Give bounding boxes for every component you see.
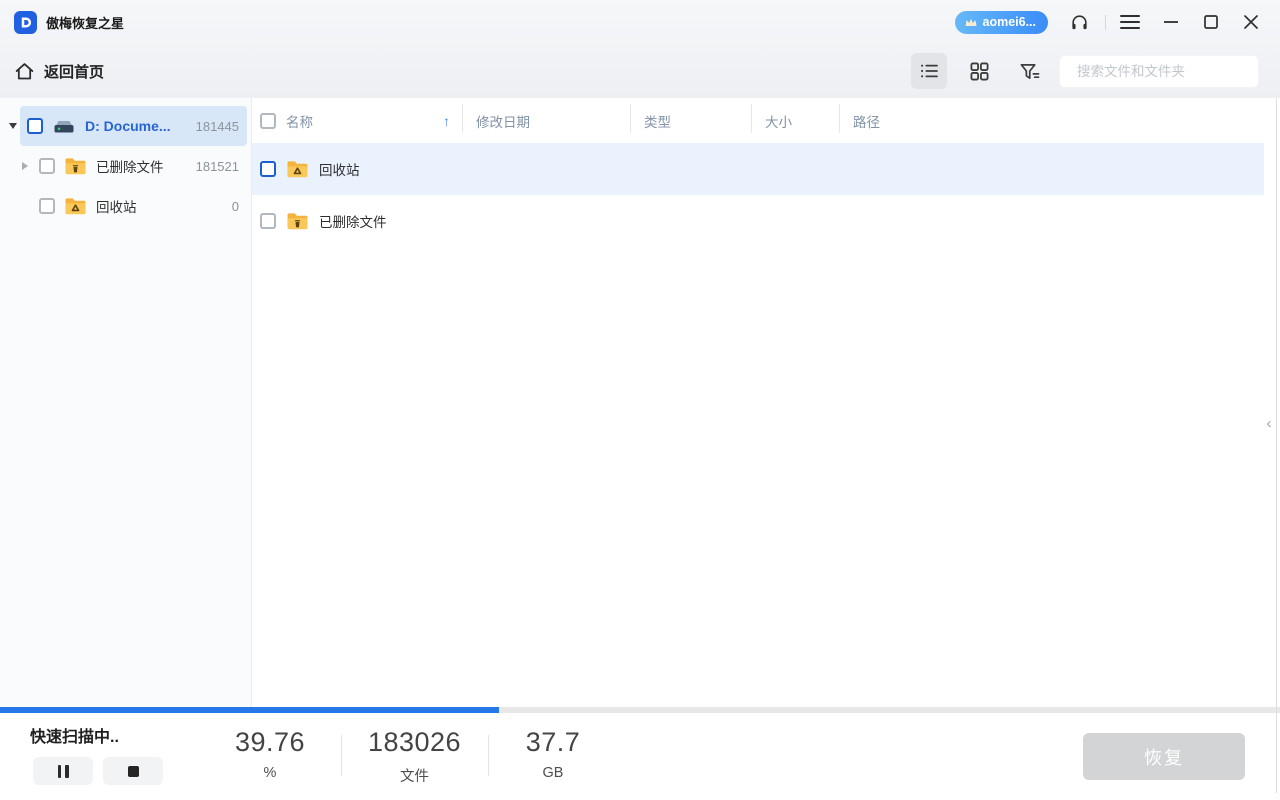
collapse-panel-chevron-icon[interactable]: ‹ (1262, 412, 1276, 434)
row-checkbox[interactable] (260, 161, 276, 177)
scan-status-label: 快速扫描中.. (30, 729, 119, 746)
table-header: 名称 ↑ 修改日期 类型 大小 路径 (252, 98, 1264, 143)
stat-files-value: 183026 (367, 727, 462, 757)
toolbar-right (897, 53, 1259, 89)
sidebar-item-count: 181445 (195, 118, 239, 134)
filter-button[interactable] (1011, 53, 1047, 89)
column-label: 修改日期 (476, 114, 530, 130)
column-label: 大小 (765, 114, 792, 130)
pause-scan-button[interactable] (33, 757, 93, 785)
column-label: 名称 (286, 114, 313, 130)
back-home-button[interactable]: 返回首页 (14, 61, 104, 82)
stop-scan-button[interactable] (103, 757, 163, 785)
pause-icon (57, 764, 61, 778)
hard-drive-icon (54, 120, 74, 132)
account-badge[interactable]: aomei6... (954, 10, 1048, 34)
row-name: 已删除文件 (319, 215, 387, 230)
stat-percent: 39.76 % (199, 727, 341, 781)
account-badge-label: aomei6... (982, 15, 1037, 29)
search-box (1059, 54, 1259, 88)
column-label: 路径 (853, 114, 880, 130)
sidebar-item-recycle-bin[interactable]: 回收站 0 (6, 186, 247, 226)
sidebar-item-label: 已删除文件 (96, 160, 164, 175)
sidebar-item-label: D: Docume... (85, 118, 171, 134)
titlebar-divider (1105, 14, 1106, 30)
title-bar: 傲梅恢复之星 aomei6... (0, 0, 1280, 44)
folder-recycle-icon (287, 160, 308, 177)
stat-size-value: 37.7 (525, 727, 581, 757)
stat-percent-value: 39.76 (234, 727, 306, 757)
minimize-button[interactable] (1156, 7, 1186, 37)
table-row-recycle-bin[interactable]: 回收站 (252, 143, 1264, 195)
recover-button[interactable]: 恢复 (1083, 733, 1245, 780)
filter-icon (1020, 63, 1039, 79)
close-button[interactable] (1236, 7, 1266, 37)
sidebar-item-deleted-files[interactable]: 已删除文件 181521 (6, 146, 247, 186)
stat-size-unit: GB (542, 765, 564, 781)
stop-icon (127, 765, 139, 777)
sidebar-tree: D: Docume... 181445 已删除文件 181521 回收站 0 (0, 98, 252, 707)
column-header-size[interactable]: 大小 (751, 98, 839, 143)
file-table: 名称 ↑ 修改日期 类型 大小 路径 回收站 已删除文件 ‹ (252, 98, 1280, 707)
column-header-type[interactable]: 类型 (630, 98, 751, 143)
collapse-toggle-icon[interactable] (6, 123, 20, 129)
menu-icon[interactable] (1120, 15, 1140, 29)
app-title: 傲梅恢复之星 (46, 15, 125, 31)
row-name: 回收站 (319, 163, 360, 178)
scan-controls (33, 757, 163, 785)
home-icon (15, 62, 34, 79)
sidebar-item-count: 181521 (195, 158, 239, 174)
folder-trash-icon (65, 157, 86, 174)
status-bar: 快速扫描中.. 39.76 % 183026 文件 37.7 GB 恢复 (0, 713, 1280, 800)
stat-percent-unit: % (263, 765, 277, 781)
column-header-modified[interactable]: 修改日期 (462, 98, 630, 143)
toolbar: 返回首页 (0, 44, 1280, 98)
grid-view-icon (970, 62, 988, 80)
column-header-path[interactable]: 路径 (839, 98, 1264, 143)
table-row-deleted-files[interactable]: 已删除文件 (252, 195, 1264, 247)
app-logo-icon (14, 10, 37, 34)
drive-checkbox[interactable] (27, 118, 43, 134)
expand-toggle-icon[interactable] (18, 162, 32, 170)
stat-files-unit: 文件 (400, 769, 429, 785)
row-checkbox[interactable] (260, 213, 276, 229)
crown-icon (965, 18, 976, 26)
maximize-button[interactable] (1196, 7, 1226, 37)
search-input[interactable] (1077, 63, 1254, 79)
select-all-checkbox[interactable] (260, 112, 276, 129)
support-headset-icon[interactable] (1070, 13, 1089, 32)
recycle-bin-checkbox[interactable] (39, 198, 55, 214)
folder-recycle-icon (65, 197, 86, 214)
sidebar-item-count: 0 (231, 198, 239, 214)
stat-size: 37.7 GB (488, 727, 618, 781)
column-header-name[interactable]: 名称 ↑ (252, 98, 462, 143)
folder-trash-icon (287, 212, 308, 229)
column-label: 类型 (644, 114, 671, 130)
back-home-label: 返回首页 (44, 63, 105, 81)
grid-view-button[interactable] (961, 53, 997, 89)
deleted-files-checkbox[interactable] (39, 158, 55, 174)
sidebar-item-drive-d[interactable]: D: Docume... 181445 (6, 106, 247, 146)
list-view-button[interactable] (911, 53, 947, 89)
list-view-icon (921, 64, 938, 78)
sort-ascending-icon[interactable]: ↑ (443, 113, 450, 129)
top-chrome: 傲梅恢复之星 aomei6... 返回首页 搜索文件和文件夹 (0, 0, 1280, 98)
stat-files: 183026 文件 (341, 727, 488, 786)
sidebar-item-label: 回收站 (96, 200, 137, 215)
